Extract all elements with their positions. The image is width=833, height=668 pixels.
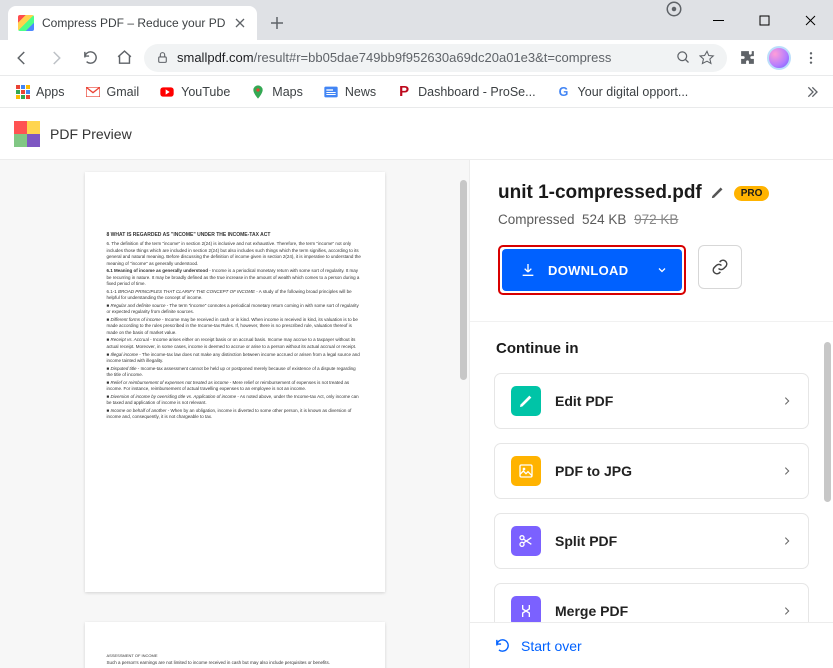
maximize-button[interactable] xyxy=(741,0,787,40)
tool-label: Split PDF xyxy=(555,533,782,549)
forward-button[interactable] xyxy=(42,44,70,72)
scrollbar-thumb[interactable] xyxy=(824,342,831,502)
chevron-right-icon xyxy=(782,396,792,406)
maps-icon xyxy=(250,84,266,100)
edit-pdf-icon xyxy=(511,386,541,416)
star-icon[interactable] xyxy=(699,50,715,66)
file-info: unit 1-compressed.pdf PRO Compressed 524… xyxy=(470,160,833,245)
pro-badge: PRO xyxy=(734,186,770,201)
minimize-button[interactable] xyxy=(695,0,741,40)
browser-titlebar: Compress PDF – Reduce your PD xyxy=(0,0,833,40)
pdf-to-jpg-icon xyxy=(511,456,541,486)
tab-title: Compress PDF – Reduce your PD xyxy=(42,16,225,30)
split-pdf-icon xyxy=(511,526,541,556)
news-icon xyxy=(323,84,339,100)
merge-pdf-icon xyxy=(511,596,541,622)
app-header: PDF Preview xyxy=(0,108,833,160)
scrollbar-thumb[interactable] xyxy=(460,180,467,380)
download-label: DOWNLOAD xyxy=(548,263,628,278)
pdf-page-1: 8 WHAT IS REGARDED AS "INCOME" UNDER THE… xyxy=(85,172,385,592)
share-link-button[interactable] xyxy=(698,245,742,289)
back-button[interactable] xyxy=(8,44,36,72)
chevron-down-icon xyxy=(656,264,668,276)
google-icon: G xyxy=(556,84,572,100)
side-panel: unit 1-compressed.pdf PRO Compressed 524… xyxy=(469,160,833,668)
kebab-menu-icon[interactable] xyxy=(797,44,825,72)
profile-avatar[interactable] xyxy=(767,46,791,70)
download-highlight: DOWNLOAD xyxy=(498,245,686,295)
reload-button[interactable] xyxy=(76,44,104,72)
favicon-icon xyxy=(18,15,34,31)
tool-split-pdf[interactable]: Split PDF xyxy=(494,513,809,569)
close-window-button[interactable] xyxy=(787,0,833,40)
chevron-right-icon xyxy=(782,536,792,546)
apps-icon xyxy=(16,85,30,99)
bookmark-opportunity[interactable]: G Your digital opport... xyxy=(548,80,697,104)
bookmark-label: Dashboard - ProSe... xyxy=(418,85,535,99)
pinterest-icon: P xyxy=(396,84,412,100)
download-button[interactable]: DOWNLOAD xyxy=(502,249,682,291)
browser-tab[interactable]: Compress PDF – Reduce your PD xyxy=(8,6,257,40)
preview-pane[interactable]: 8 WHAT IS REGARDED AS "INCOME" UNDER THE… xyxy=(0,160,469,668)
bookmark-dashboard[interactable]: P Dashboard - ProSe... xyxy=(388,80,543,104)
extensions-icon[interactable] xyxy=(733,44,761,72)
youtube-icon xyxy=(159,84,175,100)
bookmark-gmail[interactable]: Gmail xyxy=(77,80,148,104)
tool-label: Edit PDF xyxy=(555,393,782,409)
bookmark-label: Maps xyxy=(272,85,303,99)
gmail-icon xyxy=(85,84,101,100)
bookmark-label: YouTube xyxy=(181,85,230,99)
new-tab-button[interactable] xyxy=(263,9,291,37)
restart-icon xyxy=(494,637,511,654)
continue-section: Continue in Edit PDF PDF to JPG Split PD… xyxy=(470,321,833,622)
pdf-page-2: ASSESSMENT OF INCOME Such a person's ear… xyxy=(85,622,385,668)
link-icon xyxy=(711,258,729,276)
tool-pdf-to-jpg[interactable]: PDF to JPG xyxy=(494,443,809,499)
chevron-right-icon xyxy=(782,466,792,476)
zoom-icon[interactable] xyxy=(676,50,691,65)
chevron-right-icon xyxy=(782,606,792,616)
tool-merge-pdf[interactable]: Merge PDF xyxy=(494,583,809,622)
smallpdf-logo-icon xyxy=(14,121,40,147)
bookmark-news[interactable]: News xyxy=(315,80,384,104)
tool-edit-pdf[interactable]: Edit PDF xyxy=(494,373,809,429)
address-bar[interactable]: smallpdf.com/result#r=bb05dae749bb9f9526… xyxy=(144,44,727,72)
apps-button[interactable]: Apps xyxy=(8,81,73,103)
download-icon xyxy=(520,262,536,278)
main-content: 8 WHAT IS REGARDED AS "INCOME" UNDER THE… xyxy=(0,160,833,668)
start-over-label: Start over xyxy=(521,638,582,654)
home-button[interactable] xyxy=(110,44,138,72)
page-title: PDF Preview xyxy=(50,126,132,142)
file-name: unit 1-compressed.pdf xyxy=(498,182,702,204)
bookmark-youtube[interactable]: YouTube xyxy=(151,80,238,104)
tool-label: PDF to JPG xyxy=(555,463,782,479)
window-controls xyxy=(665,0,833,40)
close-icon[interactable] xyxy=(233,16,247,30)
bookmarks-bar: Apps Gmail YouTube Maps News P Dashboard … xyxy=(0,76,833,108)
tool-label: Merge PDF xyxy=(555,603,782,619)
bookmark-label: Gmail xyxy=(107,85,140,99)
pdf-page-content: 8 WHAT IS REGARDED AS "INCOME" UNDER THE… xyxy=(107,232,363,421)
browser-toolbar: smallpdf.com/result#r=bb05dae749bb9f9526… xyxy=(0,40,833,76)
bookmarks-overflow-icon[interactable] xyxy=(797,78,825,106)
lock-icon xyxy=(156,51,169,64)
start-over-button[interactable]: Start over xyxy=(470,622,833,668)
incognito-icon xyxy=(665,0,685,20)
url-text: smallpdf.com/result#r=bb05dae749bb9f9526… xyxy=(177,50,668,65)
edit-icon[interactable] xyxy=(710,185,726,201)
bookmark-label: Your digital opport... xyxy=(578,85,689,99)
continue-heading: Continue in xyxy=(496,340,807,357)
file-size-info: Compressed 524 KB 972 KB xyxy=(498,212,805,227)
bookmark-label: News xyxy=(345,85,376,99)
pdf-page-content: ASSESSMENT OF INCOME Such a person's ear… xyxy=(107,653,363,666)
bookmark-label: Apps xyxy=(36,85,65,99)
bookmark-maps[interactable]: Maps xyxy=(242,80,311,104)
